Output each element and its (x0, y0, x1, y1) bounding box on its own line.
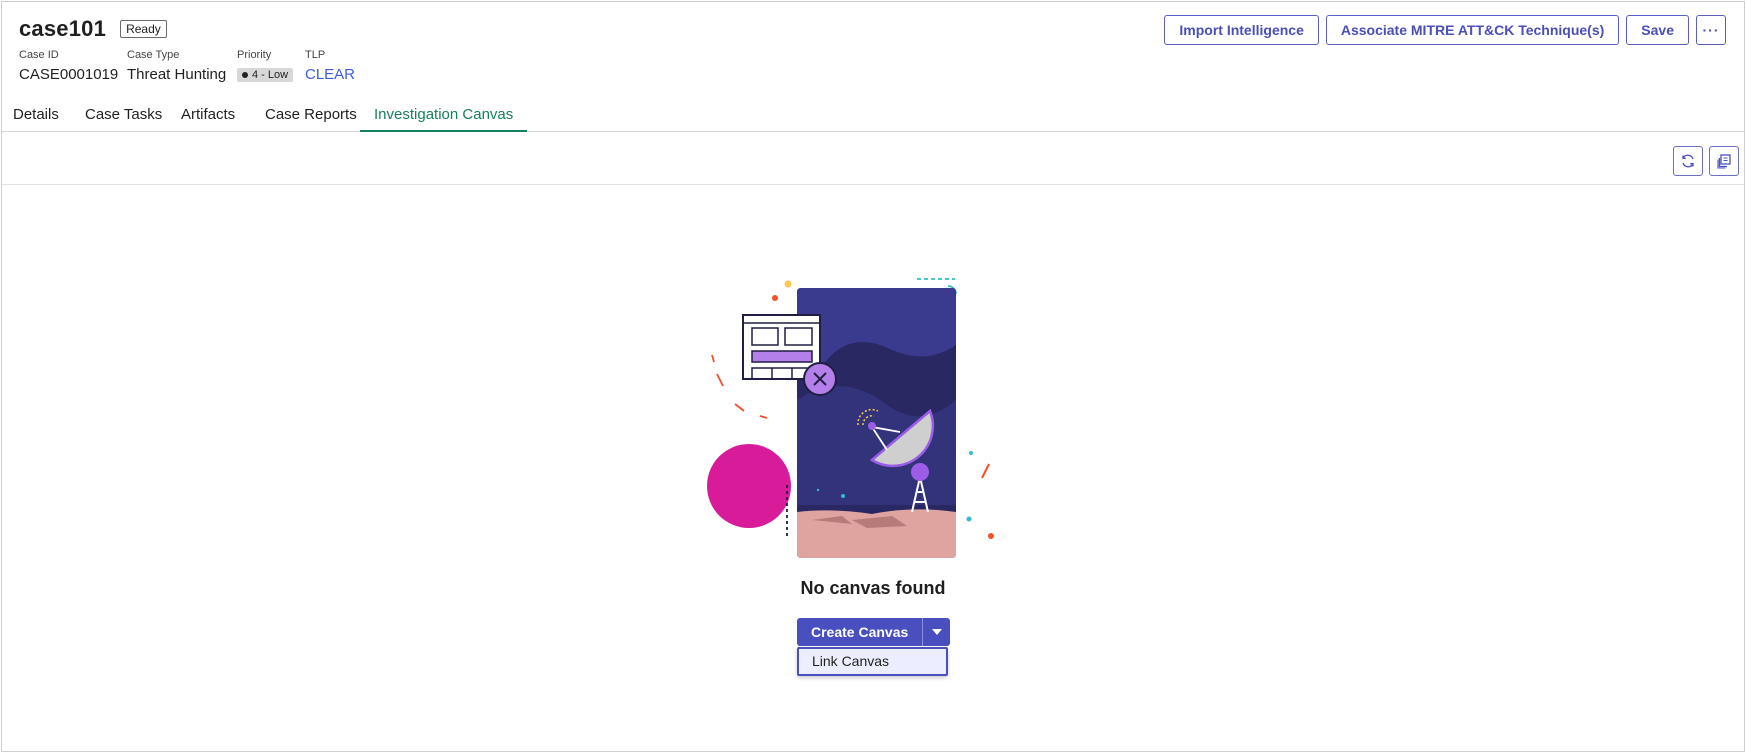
priority-label: Priority (237, 49, 272, 61)
create-canvas-menu: Link Canvas (797, 647, 948, 676)
dot-icon (969, 451, 973, 455)
header-actions: Import Intelligence Associate MITRE ATT&… (1164, 15, 1726, 45)
caret-down-icon (931, 629, 942, 635)
dot-icon (242, 72, 248, 78)
dot-icon (966, 516, 972, 522)
tab-case-tasks[interactable]: Case Tasks (71, 104, 176, 132)
tab-investigation-canvas[interactable]: Investigation Canvas (360, 104, 528, 132)
star-dot (841, 494, 845, 498)
priority-badge: 4 - Low (237, 68, 294, 82)
dot-icon (784, 280, 792, 288)
case-id-label: Case ID (19, 49, 59, 61)
antenna-base (911, 463, 929, 481)
case-type-label: Case Type (127, 49, 180, 61)
app-frame: case101 Ready Case ID CASE0001019 Case T… (1, 1, 1745, 752)
save-button[interactable]: Save (1626, 15, 1689, 45)
dot-icon (988, 533, 994, 539)
priority-field: Priority 4 - Low (237, 49, 294, 83)
copy-icon (1717, 154, 1731, 169)
refresh-icon (1682, 154, 1694, 168)
case-id-field: Case ID CASE0001019 (19, 49, 118, 83)
refresh-button[interactable] (1673, 146, 1703, 176)
dish-receiver (868, 422, 876, 430)
case-id-value: CASE0001019 (19, 66, 119, 83)
dash-line (981, 463, 990, 479)
canvas-toolbar (2, 132, 1744, 185)
tab-details[interactable]: Details (0, 104, 73, 132)
case-type-value: Threat Hunting (127, 66, 227, 83)
case-type-field: Case Type Threat Hunting (127, 49, 226, 83)
tlp-value[interactable]: CLEAR (305, 66, 355, 83)
copy-button[interactable] (1709, 146, 1739, 176)
star-dot (816, 488, 820, 492)
tab-bar: Details Case Tasks Artifacts Case Report… (2, 104, 1744, 132)
pink-circle (707, 444, 791, 528)
create-canvas-split-button: Create Canvas (797, 618, 951, 646)
page-title: case101 (19, 16, 107, 41)
tab-case-reports[interactable]: Case Reports (251, 104, 371, 132)
menu-item-link-canvas[interactable]: Link Canvas (799, 649, 946, 674)
tab-artifacts[interactable]: Artifacts (167, 104, 249, 132)
empty-canvas-illustration (707, 278, 994, 558)
dot-icon (772, 295, 778, 301)
tlp-field: TLP CLEAR (305, 49, 355, 83)
create-canvas-dropdown-toggle[interactable] (922, 618, 951, 646)
tlp-label: TLP (305, 49, 326, 61)
associate-mitre-button[interactable]: Associate MITRE ATT&CK Technique(s) (1325, 15, 1620, 45)
import-intelligence-button[interactable]: Import Intelligence (1164, 15, 1319, 45)
more-options-button[interactable]: ··· (1696, 15, 1726, 45)
ground (797, 509, 956, 558)
window-panel-highlight (751, 350, 813, 363)
empty-state-title: No canvas found (800, 578, 946, 598)
status-badge: Ready (120, 20, 167, 38)
create-canvas-button[interactable]: Create Canvas (797, 618, 923, 646)
title-row: case101 Ready (19, 16, 167, 42)
priority-value: 4 - Low (252, 69, 289, 81)
